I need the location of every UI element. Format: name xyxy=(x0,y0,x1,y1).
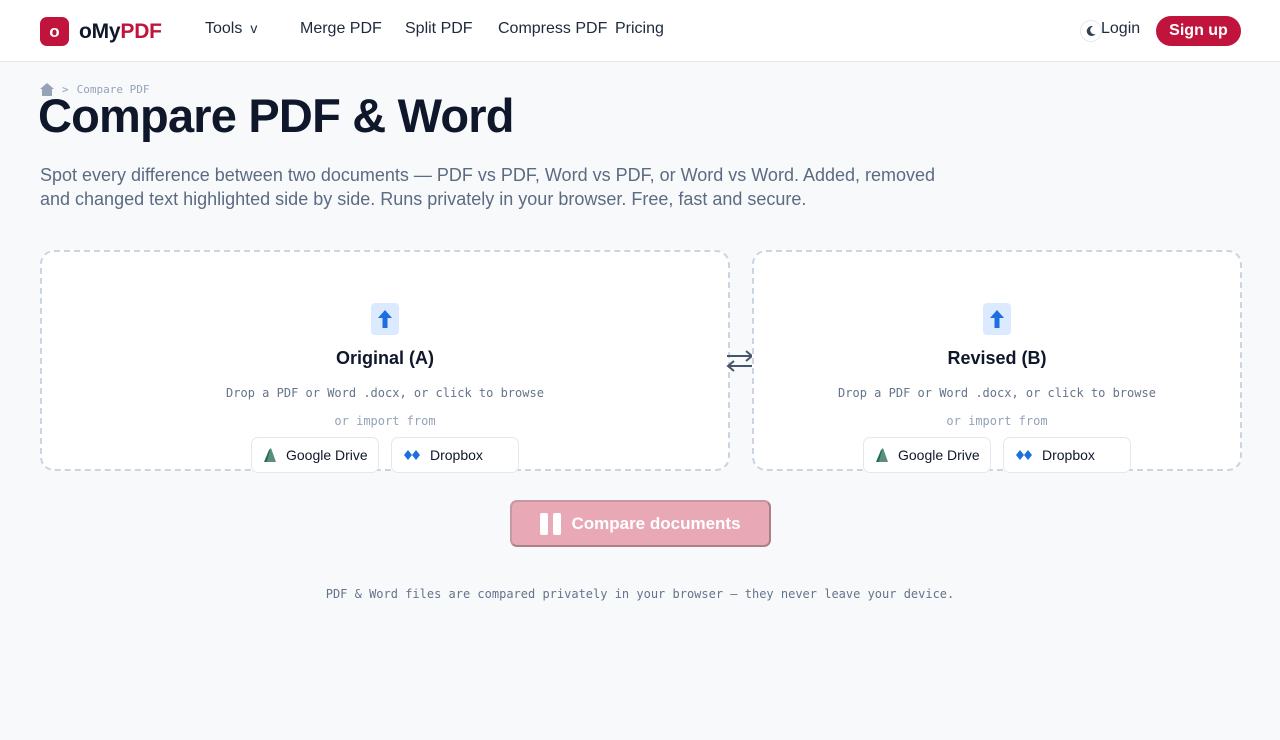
dropbox-label: Dropbox xyxy=(430,447,483,463)
logo-text: oMyPDF xyxy=(79,19,162,43)
dropbox-icon xyxy=(1016,450,1032,460)
google-drive-label: Google Drive xyxy=(898,447,980,463)
chevron-down-icon: v xyxy=(250,20,258,36)
dropzone-original[interactable]: Original (A) Drop a PDF or Word .docx, o… xyxy=(40,250,730,473)
top-navbar: o oMyPDF Tools v Merge PDF Split PDF Comp… xyxy=(0,0,1280,62)
logo-mark: o xyxy=(40,17,69,46)
dropbox-button[interactable]: Dropbox xyxy=(391,437,519,473)
signup-button[interactable]: Sign up xyxy=(1156,16,1241,46)
compare-button-label: Compare documents xyxy=(571,513,741,533)
brand-logo[interactable]: o oMyPDF xyxy=(40,17,162,46)
theme-toggle-button[interactable] xyxy=(1080,20,1102,42)
google-drive-label: Google Drive xyxy=(286,447,368,463)
moon-icon xyxy=(1086,26,1096,37)
pause-icon xyxy=(540,512,562,535)
page-subtitle: Spot every difference between two docume… xyxy=(40,165,936,209)
dropzone-hint: Drop a PDF or Word .docx, or click to br… xyxy=(838,386,1156,400)
nav-merge-pdf[interactable]: Merge PDF xyxy=(300,20,382,38)
dropzone-revised[interactable]: Revised (B) Drop a PDF or Word .docx, or… xyxy=(752,250,1242,473)
compare-documents-button[interactable]: Compare documents xyxy=(510,500,771,547)
google-drive-icon xyxy=(876,448,888,462)
google-drive-icon xyxy=(264,448,276,462)
dropbox-icon xyxy=(404,450,420,460)
nav-compress-pdf[interactable]: Compress PDF xyxy=(498,20,607,38)
page-title: Compare PDF & Word xyxy=(38,89,514,142)
upload-icon xyxy=(371,303,399,335)
nav-tools-dropdown[interactable]: Tools v xyxy=(205,20,257,38)
nav-split-pdf[interactable]: Split PDF xyxy=(405,20,473,38)
dropzone-title: Revised (B) xyxy=(947,348,1047,368)
dropbox-button[interactable]: Dropbox xyxy=(1003,437,1131,473)
upload-icon xyxy=(983,303,1011,335)
dropbox-label: Dropbox xyxy=(1042,447,1095,463)
nav-pricing[interactable]: Pricing xyxy=(615,20,664,38)
nav-tools-label: Tools xyxy=(205,20,243,37)
dropzone-hint: Drop a PDF or Word .docx, or click to br… xyxy=(226,386,544,400)
import-from-label: or import from xyxy=(334,414,436,428)
google-drive-button[interactable]: Google Drive xyxy=(251,437,379,473)
privacy-note: PDF & Word files are compared privately … xyxy=(325,587,955,601)
dropzone-title: Original (A) xyxy=(336,348,434,368)
import-from-label: or import from xyxy=(946,414,1048,428)
google-drive-button[interactable]: Google Drive xyxy=(863,437,991,473)
login-link[interactable]: Login xyxy=(1101,20,1140,38)
